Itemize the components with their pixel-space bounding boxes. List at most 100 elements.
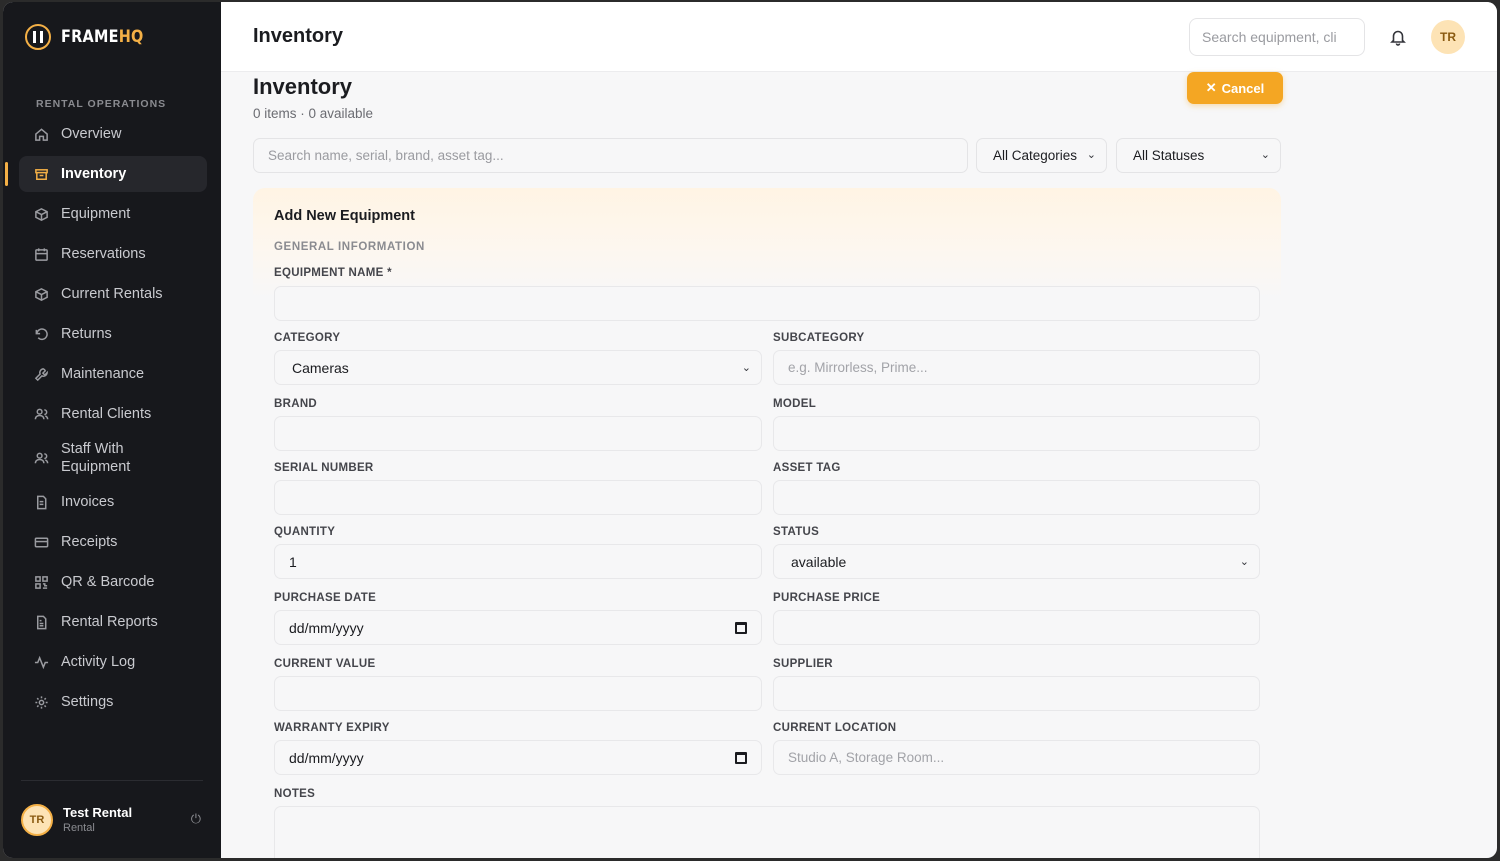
logo-icon xyxy=(25,24,51,50)
main-content: Inventory Search equipment, cli TR Inven… xyxy=(221,2,1497,858)
calendar-icon[interactable] xyxy=(735,622,747,634)
sidebar-section-label: RENTAL OPERATIONS xyxy=(36,98,167,110)
page-subtitle: 0 items · 0 available xyxy=(253,106,374,121)
chevron-down-icon: ⌄ xyxy=(1260,149,1270,161)
subcategory-field[interactable]: e.g. Mirrorless, Prime... xyxy=(773,350,1260,385)
sidebar-item-label: Settings xyxy=(61,694,114,710)
calendar-icon xyxy=(33,246,49,262)
notes-textarea[interactable] xyxy=(274,806,1260,858)
equipment-name-label: EQUIPMENT NAME * xyxy=(274,267,392,279)
sidebar-item-label: Maintenance xyxy=(61,366,145,382)
sidebar-item-label: Rental Reports xyxy=(61,614,158,630)
current-location-label: CURRENT LOCATION xyxy=(773,722,897,734)
category-select[interactable]: Cameras ⌄ xyxy=(274,350,762,385)
sidebar-item-inventory[interactable]: Inventory xyxy=(5,156,207,192)
brand-label: BRAND xyxy=(274,398,318,410)
cancel-button-label: Cancel xyxy=(1221,80,1265,96)
serial-number-field[interactable] xyxy=(274,480,762,515)
user-profile[interactable]: TR Test Rental Rental ⏻ xyxy=(21,780,203,858)
model-label: MODEL xyxy=(773,398,817,410)
avatar: TR xyxy=(21,803,53,836)
purchase-date-value: dd/mm/yyyy xyxy=(289,619,364,636)
brand-field[interactable] xyxy=(274,416,762,451)
warranty-expiry-field[interactable]: dd/mm/yyyy xyxy=(274,740,762,775)
sidebar: FRAMEHQ RENTAL OPERATIONS Overview Inven… xyxy=(3,2,221,858)
app-window: FRAMEHQ RENTAL OPERATIONS Overview Inven… xyxy=(3,2,1497,858)
supplier-field[interactable] xyxy=(773,676,1260,711)
quantity-field[interactable]: 1 xyxy=(274,544,762,579)
sidebar-item-overview[interactable]: Overview xyxy=(19,116,207,152)
current-value-field[interactable] xyxy=(274,676,762,711)
warranty-expiry-value: dd/mm/yyyy xyxy=(289,749,364,766)
rotate-ccw-icon xyxy=(33,326,49,342)
users-icon xyxy=(33,406,49,422)
calendar-icon[interactable] xyxy=(735,752,747,764)
sidebar-item-receipts[interactable]: Receipts xyxy=(19,524,207,560)
box-icon xyxy=(33,286,49,302)
add-equipment-form: Add New Equipment GENERAL INFORMATION EQ… xyxy=(253,188,1281,858)
sidebar-item-settings[interactable]: Settings xyxy=(19,684,207,720)
category-label: CATEGORY xyxy=(274,332,341,344)
archive-icon xyxy=(33,166,49,182)
purchase-price-label: PURCHASE PRICE xyxy=(773,592,881,604)
serial-number-label: SERIAL NUMBER xyxy=(274,462,374,474)
form-title: Add New Equipment xyxy=(274,208,415,224)
sidebar-item-label: Inventory xyxy=(61,166,127,182)
inventory-search-input[interactable]: Search name, serial, brand, asset tag... xyxy=(253,138,968,173)
purchase-date-label: PURCHASE DATE xyxy=(274,592,377,604)
status-filter-value: All Statuses xyxy=(1133,148,1205,163)
sidebar-item-equipment[interactable]: Equipment xyxy=(19,196,207,232)
equipment-name-field[interactable] xyxy=(274,286,1260,321)
user-role: Rental xyxy=(63,822,95,834)
avatar[interactable]: TR xyxy=(1431,20,1465,54)
sidebar-item-label: Equipment xyxy=(61,206,131,222)
warranty-expiry-label: WARRANTY EXPIRY xyxy=(274,722,390,734)
sidebar-item-label: Overview xyxy=(61,126,122,142)
current-location-field[interactable]: Studio A, Storage Room... xyxy=(773,740,1260,775)
sidebar-item-activity-log[interactable]: Activity Log xyxy=(19,644,207,680)
page-header: Inventory 0 items · 0 available xyxy=(253,74,373,121)
sidebar-item-current-rentals[interactable]: Current Rentals xyxy=(19,276,207,312)
sidebar-item-rental-clients[interactable]: Rental Clients xyxy=(19,396,207,432)
status-select[interactable]: available ⌄ xyxy=(773,544,1260,579)
model-field[interactable] xyxy=(773,416,1260,451)
sidebar-item-rental-reports[interactable]: Rental Reports xyxy=(19,604,207,640)
sidebar-item-label: Activity Log xyxy=(61,654,136,670)
purchase-date-field[interactable]: dd/mm/yyyy xyxy=(274,610,762,645)
global-search-input[interactable]: Search equipment, cli xyxy=(1189,18,1365,56)
sidebar-item-returns[interactable]: Returns xyxy=(19,316,207,352)
chevron-down-icon: ⌄ xyxy=(741,362,751,374)
sidebar-item-qr-barcode[interactable]: QR & Barcode xyxy=(19,564,207,600)
status-label: STATUS xyxy=(773,526,820,538)
current-value-label: CURRENT VALUE xyxy=(274,658,376,670)
box-icon xyxy=(33,206,49,222)
purchase-price-field[interactable] xyxy=(773,610,1260,645)
brand[interactable]: FRAMEHQ xyxy=(3,2,221,72)
sidebar-item-label: Returns xyxy=(61,326,112,342)
file-icon xyxy=(33,494,49,510)
quantity-label: QUANTITY xyxy=(274,526,336,538)
sidebar-item-staff-with-equipment[interactable]: Staff With Equipment xyxy=(19,436,207,480)
sidebar-item-maintenance[interactable]: Maintenance xyxy=(19,356,207,392)
topbar: Inventory Search equipment, cli TR xyxy=(221,2,1497,72)
credit-card-icon xyxy=(33,534,49,550)
asset-tag-field[interactable] xyxy=(773,480,1260,515)
category-filter-select[interactable]: All Categories ⌄ xyxy=(976,138,1107,173)
sidebar-nav: Overview Inventory Equipment Reservation… xyxy=(3,116,221,720)
status-filter-select[interactable]: All Statuses ⌄ xyxy=(1116,138,1281,173)
sidebar-item-label: Rental Clients xyxy=(61,406,152,422)
form-section-label: GENERAL INFORMATION xyxy=(274,241,425,253)
chevron-down-icon: ⌄ xyxy=(1086,149,1096,161)
sidebar-item-label: Reservations xyxy=(61,246,146,262)
sidebar-item-reservations[interactable]: Reservations xyxy=(19,236,207,272)
power-icon[interactable]: ⏻ xyxy=(191,811,201,827)
bell-icon[interactable] xyxy=(1389,28,1407,46)
sidebar-item-invoices[interactable]: Invoices xyxy=(19,484,207,520)
cancel-button[interactable]: ✕ Cancel xyxy=(1187,72,1283,104)
gear-icon xyxy=(33,694,49,710)
sidebar-item-label: Current Rentals xyxy=(61,286,163,302)
home-icon xyxy=(33,126,49,142)
user-name: Test Rental xyxy=(63,805,133,820)
sidebar-item-label: Invoices xyxy=(61,494,115,510)
page-title: Inventory xyxy=(253,74,353,99)
